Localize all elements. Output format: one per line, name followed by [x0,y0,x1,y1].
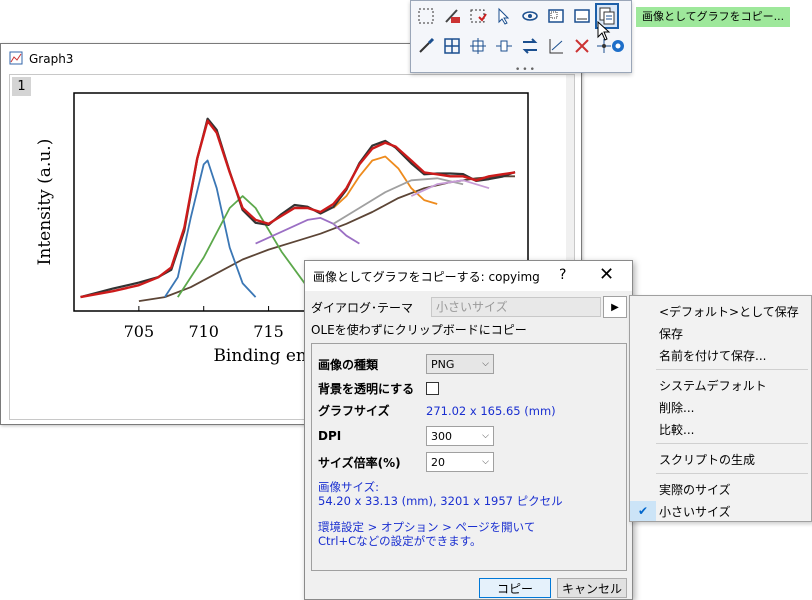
eye-icon[interactable] [519,5,541,27]
disconnect-icon[interactable] [571,35,593,57]
hint-info: 環境設定 > オプション > ページを開いて Ctrl+Cなどの設定ができます。 [318,520,535,548]
dpi-row: DPI 300 ⌵ [318,426,494,446]
dialog-titlebar[interactable]: 画像としてグラフをコピーする: copyimg [305,261,632,291]
dpi-label: DPI [318,429,342,443]
menu-item-system-default[interactable]: システムデフォルト [659,377,767,394]
menu-item-save-as-default[interactable]: <デフォルト>として保存 [659,303,799,320]
menu-item-actual-size[interactable]: 実際のサイズ [659,481,731,498]
hint-line1: 環境設定 > オプション > ページを開いて [318,520,536,534]
x-tick-label: 715 [253,322,284,341]
select-region-icon[interactable] [415,5,437,27]
menu-item-save[interactable]: 保存 [659,325,683,342]
mask-icon[interactable] [467,5,489,27]
graph-title: Graph3 [29,52,74,66]
theme-menu: <デフォルト>として保存 保存 名前を付けて保存... システムデフォルト 削除… [629,295,812,522]
graph-size-label: グラフサイズ [318,404,390,418]
mouse-cursor-icon [597,20,611,44]
layer-badge[interactable]: 1 [12,77,31,96]
graph-size-value: 271.02 x 165.65 (mm) [426,403,556,418]
y-axis-label: Intensity (a.u.) [35,139,55,266]
close-button[interactable]: ✕ [599,264,614,285]
image-size-info: 画像サイズ: 54.20 x 33.13 (mm), 3201 x 1957 ピ… [318,480,563,508]
menu-separator [656,473,808,474]
scale-select[interactable]: 20 ⌵ [426,452,494,472]
menu-item-delete[interactable]: 削除... [659,399,694,416]
settings-panel: 画像の種類 PNG ⌵ 背景を透明にする グラフサイズ 271.02 x 165… [311,343,627,571]
move-layer-icon[interactable] [467,35,489,57]
toolbar-grip[interactable]: ••• [515,65,537,75]
image-type-label: 画像の種類 [318,357,379,372]
dpi-select[interactable]: 300 ⌵ [426,426,494,446]
tooltip: 画像としてグラフをコピー... [636,7,791,27]
transparent-checkbox[interactable] [426,382,439,395]
x-tick-label: 710 [188,322,219,341]
chevron-down-icon: ⌵ [482,359,489,369]
scale-row: サイズ倍率(%) 20 ⌵ [318,452,494,472]
chevron-down-icon: ⌵ [482,431,489,441]
pointer-icon[interactable] [493,5,515,27]
swap-icon[interactable] [519,35,541,57]
menu-separator [656,443,808,444]
graph-size-row: グラフサイズ 271.02 x 165.65 (mm) [318,402,556,419]
graph-window-icon [9,51,23,68]
resize-icon[interactable] [493,35,515,57]
transparent-label: 背景を透明にする [318,382,415,396]
menu-separator [656,369,808,370]
theme-row: ダイアログ･テーマ 小さいサイズ [311,297,601,317]
transparent-row: 背景を透明にする [318,380,439,397]
menu-item-small-size[interactable]: 小さいサイズ [659,503,731,520]
dialog-title: 画像としてグラフをコピーする: copyimg [313,269,540,284]
hint-line2: Ctrl+Cなどの設定ができます。 [318,534,482,548]
image-type-select[interactable]: PNG ⌵ [426,354,494,374]
axis-icon[interactable] [545,35,567,57]
menu-item-generate-script[interactable]: スクリプトの生成 [659,451,755,468]
draw-data-icon[interactable] [441,5,463,27]
ole-row: OLEを使わずにクリップボードにコピー [311,321,527,338]
theme-label: ダイアログ･テーマ [311,300,414,315]
dpi-value: 300 [431,429,452,443]
frame-icon[interactable] [571,5,593,27]
image-size-line2: 54.20 x 33.13 (mm), 3201 x 1957 ピクセル [318,494,563,508]
menu-item-save-as[interactable]: 名前を付けて保存... [659,347,766,364]
image-size-line1: 画像サイズ: [318,480,380,494]
ole-label: OLEを使わずにクリップボードにコピー [311,323,527,337]
help-button[interactable]: ? [559,267,566,283]
zoom-window-icon[interactable] [545,5,567,27]
copy-button[interactable]: コピー [479,578,551,598]
x-tick-label: 705 [124,322,155,341]
theme-combo[interactable]: 小さいサイズ [431,297,601,317]
grid-icon[interactable] [441,35,463,57]
menu-item-compare[interactable]: 比較... [659,421,694,438]
brush-icon[interactable] [415,35,437,57]
image-type-value: PNG [431,357,455,371]
scale-label: サイズ倍率(%) [318,455,401,470]
chevron-down-icon: ⌵ [482,457,489,467]
graph-toolbar: ••• [410,0,632,75]
scale-value: 20 [431,455,445,469]
cancel-button[interactable]: キャンセル [557,578,627,598]
checkmark-icon: ✔ [630,501,656,521]
image-type-row: 画像の種類 PNG ⌵ [318,354,494,374]
theme-menu-arrow-icon[interactable]: ▶ [603,296,627,318]
copy-image-dialog: 画像としてグラフをコピーする: copyimg ? ✕ ダイアログ･テーマ 小さ… [304,260,633,600]
